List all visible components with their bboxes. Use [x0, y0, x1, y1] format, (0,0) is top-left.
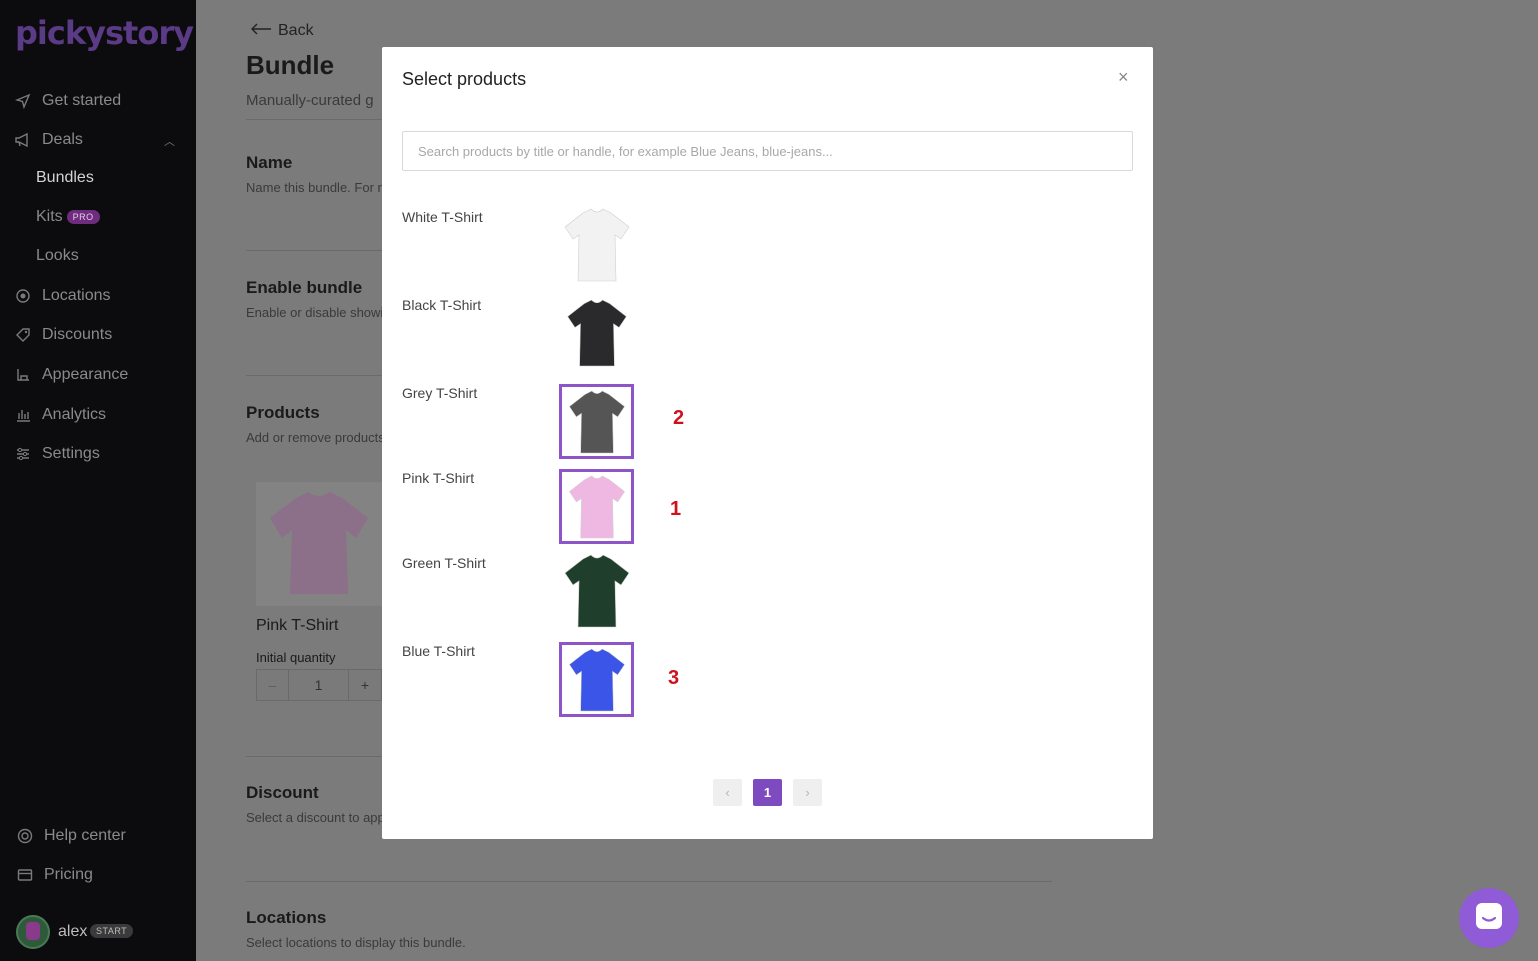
sidebar-subitem-kits[interactable]: Kits PRO: [36, 208, 100, 226]
sidebar-item-deals[interactable]: Deals: [14, 128, 83, 152]
sidebar-item-settings[interactable]: Settings: [14, 442, 100, 466]
product-thumbnail-selected[interactable]: [559, 642, 634, 717]
sidebar-item-discounts[interactable]: Discounts: [14, 323, 112, 347]
lifebuoy-icon: [16, 827, 34, 845]
section-name-title: Name: [246, 153, 293, 172]
chat-icon: [1474, 901, 1504, 936]
sliders-icon: [14, 445, 32, 463]
sidebar-item-help-center[interactable]: Help center: [16, 824, 126, 848]
pagination-prev-button[interactable]: ‹: [713, 779, 742, 806]
arrow-left-icon: [250, 22, 272, 40]
decrement-button[interactable]: –: [257, 670, 289, 700]
sidebar-item-label: Appearance: [42, 366, 129, 383]
sidebar-item-label: Help center: [44, 827, 126, 844]
location-icon: [14, 287, 32, 305]
selection-order-label: 2: [673, 407, 685, 429]
section-discount-title: Discount: [246, 783, 319, 802]
sidebar-subitem-looks[interactable]: Looks: [36, 247, 79, 265]
divider: [246, 881, 1052, 882]
pagination-page-1[interactable]: 1: [753, 779, 782, 806]
section-locations-desc: Select locations to display this bundle.: [246, 935, 466, 950]
chat-launcher-button[interactable]: [1459, 888, 1519, 948]
section-enable-desc: Enable or disable showin: [246, 305, 391, 320]
quantity-label: Initial quantity: [256, 650, 336, 665]
sidebar-subitem-label: Kits: [36, 208, 63, 225]
sidebar-item-label: Pricing: [44, 866, 93, 883]
product-thumbnail[interactable]: [559, 295, 634, 370]
back-label: Back: [278, 22, 314, 39]
chevron-up-icon[interactable]: ︿: [164, 133, 175, 149]
sidebar: pickystory Get started Deals ︿ Bundles K…: [0, 0, 196, 961]
product-name: Green T-Shirt: [402, 555, 486, 571]
section-products-title: Products: [246, 403, 320, 422]
sidebar-item-analytics[interactable]: Analytics: [14, 403, 106, 427]
brush-icon: [14, 366, 32, 384]
sidebar-item-label: Discounts: [42, 326, 113, 343]
product-name: Black T-Shirt: [402, 297, 482, 313]
quantity-value[interactable]: 1: [289, 670, 349, 700]
selection-order-label: 3: [668, 667, 680, 689]
bar-chart-icon: [14, 406, 32, 424]
section-enable-title: Enable bundle: [246, 278, 363, 297]
section-products-desc: Add or remove products: [246, 430, 385, 445]
quantity-stepper: – 1 +: [256, 669, 382, 701]
sidebar-item-locations[interactable]: Locations: [14, 284, 111, 308]
sidebar-item-label: Locations: [42, 287, 111, 304]
close-icon[interactable]: ×: [1118, 67, 1129, 88]
tag-icon: [14, 326, 32, 344]
user-name[interactable]: alex: [58, 923, 87, 941]
modal-title: Select products: [402, 69, 527, 89]
product-card-image: [256, 482, 382, 606]
credit-card-icon: [16, 866, 34, 884]
page-subtitle: Manually-curated g: [246, 92, 374, 109]
product-card-name: Pink T-Shirt: [256, 617, 339, 634]
megaphone-icon: [14, 131, 32, 149]
product-thumbnail[interactable]: [559, 207, 634, 282]
pagination-next-button[interactable]: ›: [793, 779, 822, 806]
product-thumbnail-selected[interactable]: [559, 469, 634, 544]
sidebar-item-pricing[interactable]: Pricing: [16, 863, 93, 887]
plan-badge: START: [90, 924, 134, 938]
selection-order-label: 1: [670, 498, 682, 520]
sidebar-subitem-bundles[interactable]: Bundles: [36, 169, 94, 187]
section-discount-desc: Select a discount to appl: [246, 810, 388, 825]
section-locations-title: Locations: [246, 908, 327, 927]
back-link[interactable]: Back: [250, 22, 314, 40]
send-icon: [14, 92, 32, 110]
sidebar-subitem-label: Bundles: [36, 169, 94, 186]
product-name: Pink T-Shirt: [402, 470, 475, 486]
product-thumbnail[interactable]: [559, 553, 634, 628]
sidebar-item-label: Settings: [42, 445, 100, 462]
avatar[interactable]: [16, 915, 50, 949]
pro-badge: PRO: [66, 210, 100, 224]
product-thumbnail-selected[interactable]: [559, 384, 634, 459]
app-logo[interactable]: pickystory: [15, 14, 194, 52]
sidebar-item-get-started[interactable]: Get started: [14, 89, 121, 113]
product-name: Blue T-Shirt: [402, 643, 475, 659]
product-name: White T-Shirt: [402, 209, 483, 225]
search-input[interactable]: [402, 131, 1133, 171]
sidebar-item-label: Analytics: [42, 406, 107, 423]
sidebar-subitem-label: Looks: [36, 247, 79, 264]
sidebar-item-appearance[interactable]: Appearance: [14, 363, 128, 387]
increment-button[interactable]: +: [349, 670, 381, 700]
select-products-modal: Select products × White T-Shirt Black T-…: [382, 47, 1153, 839]
sidebar-item-label: Deals: [42, 131, 83, 148]
page-title: Bundle: [246, 50, 335, 80]
section-name-desc: Name this bundle. For re: [246, 180, 390, 195]
sidebar-item-label: Get started: [42, 92, 122, 109]
product-name: Grey T-Shirt: [402, 385, 478, 401]
